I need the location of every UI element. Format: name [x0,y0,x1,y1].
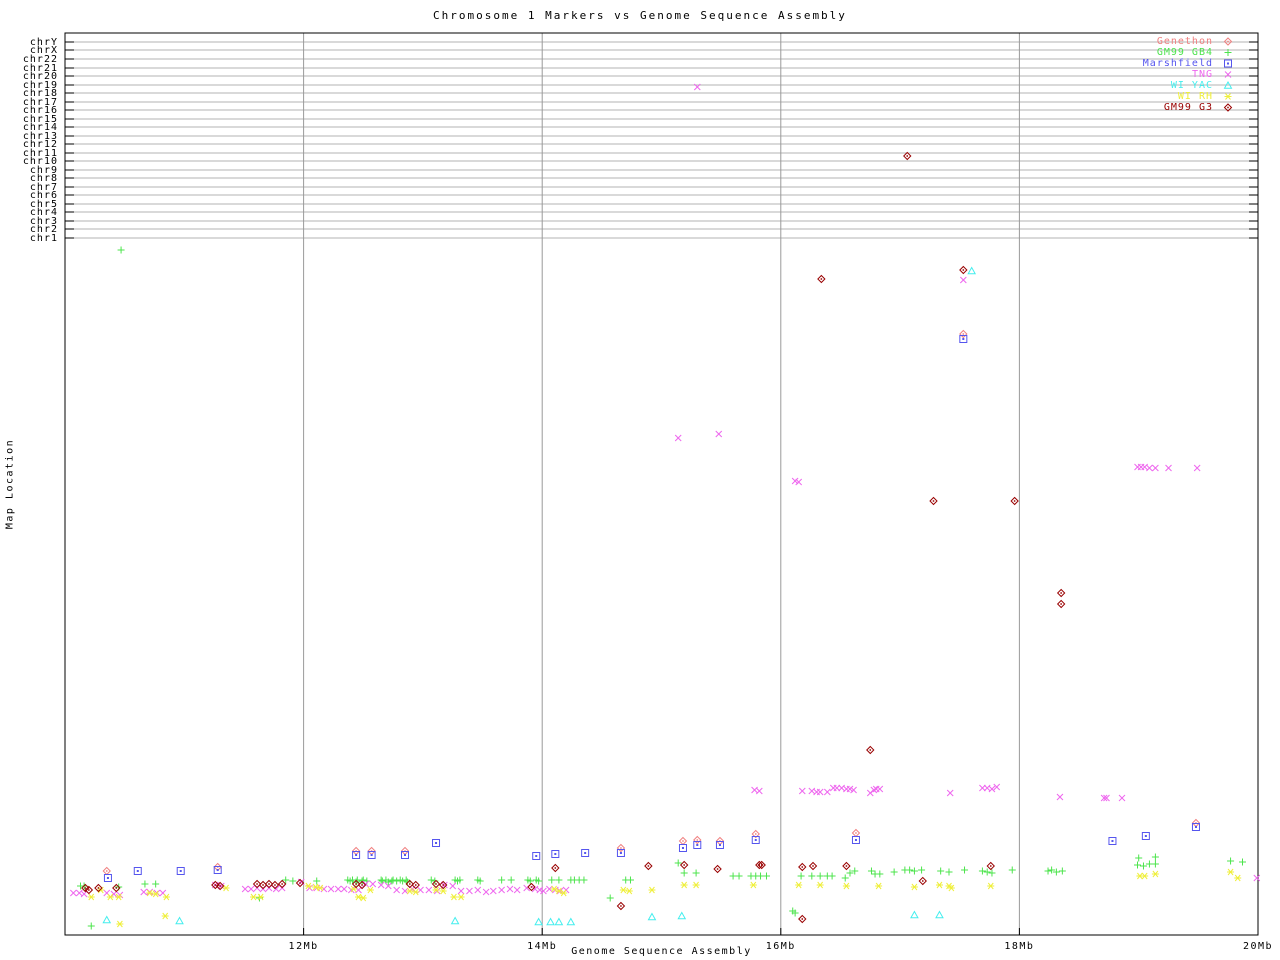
y-gridlines: chrYchrXchr22chr21chr20chr19chr18chr17ch… [23,37,1258,244]
legend-label: GM99 G3 [1163,102,1213,113]
legend-label: Marshfield [1142,58,1213,69]
wi-rh-marker-icon [1224,93,1232,100]
legend-item-genethon: Genethon [1143,36,1236,47]
legend-label: TNG [1191,69,1213,80]
legend-item-wi-yac: WI YAC [1143,80,1236,91]
gm99-g3-marker-icon [1223,103,1233,112]
legend-label: WI RH [1177,91,1213,102]
wi-yac-marker-icon [1223,80,1233,89]
x-gridlines: 12Mb 14Mb 16Mb 18Mb 20Mb [289,33,1272,952]
tng-marker-icon [1224,71,1232,78]
series-tng [69,83,1261,899]
legend-label: GM99 GB4 [1156,47,1213,58]
x-axis-label: Genome Sequence Assembly [571,946,752,957]
legend-label: Genethon [1156,36,1213,47]
chart-figure: Chromosome 1 Markers vs Genome Sequence … [0,0,1280,960]
legend-item-tng: TNG [1143,69,1236,80]
genethon-marker-icon [1223,37,1233,46]
legend: Genethon GM99 GB4 Marshfield TNG WI YAC WI RH… [1143,36,1236,113]
series-genethon [102,329,1201,876]
legend-item-gm99-g3: GM99 G3 [1143,102,1236,113]
legend-label: WI YAC [1170,80,1213,91]
series-wi-yac [102,266,977,926]
series-marshfield [103,335,1200,882]
gm99-gb4-marker-icon [1224,49,1232,56]
series-gm99-g3 [81,151,1066,924]
legend-item-gm99-gb4: GM99 GB4 [1143,47,1236,58]
y-tick-label: chr1 [30,233,58,244]
marshfield-marker-icon [1224,59,1232,68]
plot-area: chrYchrXchr22chr21chr20chr19chr18chr17ch… [23,32,1272,952]
plot-border [64,32,1259,936]
legend-item-wi-rh: WI RH [1143,91,1236,102]
legend-item-marshfield: Marshfield [1143,58,1236,69]
series-gm99-gb4 [77,246,1246,930]
